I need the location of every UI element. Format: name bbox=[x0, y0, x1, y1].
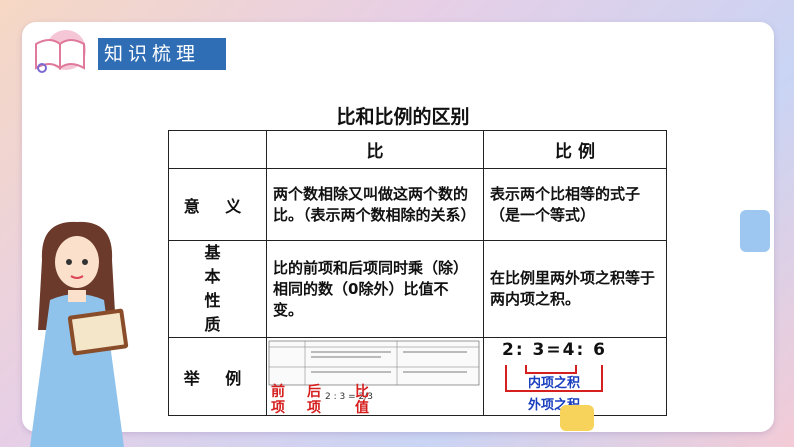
row-label-meaning: 意 义 bbox=[168, 168, 267, 241]
header-proportion: 比 例 bbox=[483, 130, 667, 169]
label-consequent: 后项 bbox=[307, 384, 321, 416]
proportion-example-cell: 2: 3=4: 6 内项之积 外项之积 bbox=[483, 337, 667, 416]
decoration bbox=[740, 210, 770, 252]
row-label-property: 基 本 性 质 bbox=[168, 240, 267, 338]
mini-table-thumbnail bbox=[268, 340, 480, 385]
header-ratio: 比 bbox=[266, 130, 484, 169]
teacher-illustration bbox=[30, 221, 129, 447]
decoration bbox=[560, 405, 594, 431]
ratio-example-cell: 2 : 3 = 2/3 前项 后项 比值 bbox=[266, 337, 484, 416]
inner-product-label: 内项之积 bbox=[528, 376, 581, 391]
label-antecedent: 前项 bbox=[271, 384, 285, 416]
ratio-property: 比的前项和后项同时乘（除）相同的数（0除外）比值不变。 bbox=[266, 240, 484, 338]
open-book-icon bbox=[35, 30, 86, 73]
row-label-example: 举 例 bbox=[168, 337, 267, 416]
corner-cell bbox=[168, 130, 267, 169]
comparison-table: 比 比 例 意 义 两个数相除又叫做这两个数的比。（表示两个数相除的关系） 表示… bbox=[168, 130, 667, 416]
ratio-meaning: 两个数相除又叫做这两个数的比。（表示两个数相除的关系） bbox=[266, 168, 484, 241]
proportion-meaning: 表示两个比相等的式子（是一个等式） bbox=[483, 168, 667, 241]
label-ratio-value: 比值 bbox=[355, 384, 369, 416]
section-title: 知识梳理 bbox=[104, 43, 201, 65]
proportion-expression: 2: 3=4: 6 bbox=[502, 340, 607, 360]
proportion-property: 在比例里两外项之积等于两内项之积。 bbox=[483, 240, 667, 338]
table-title: 比和比例的区别 bbox=[336, 106, 470, 128]
